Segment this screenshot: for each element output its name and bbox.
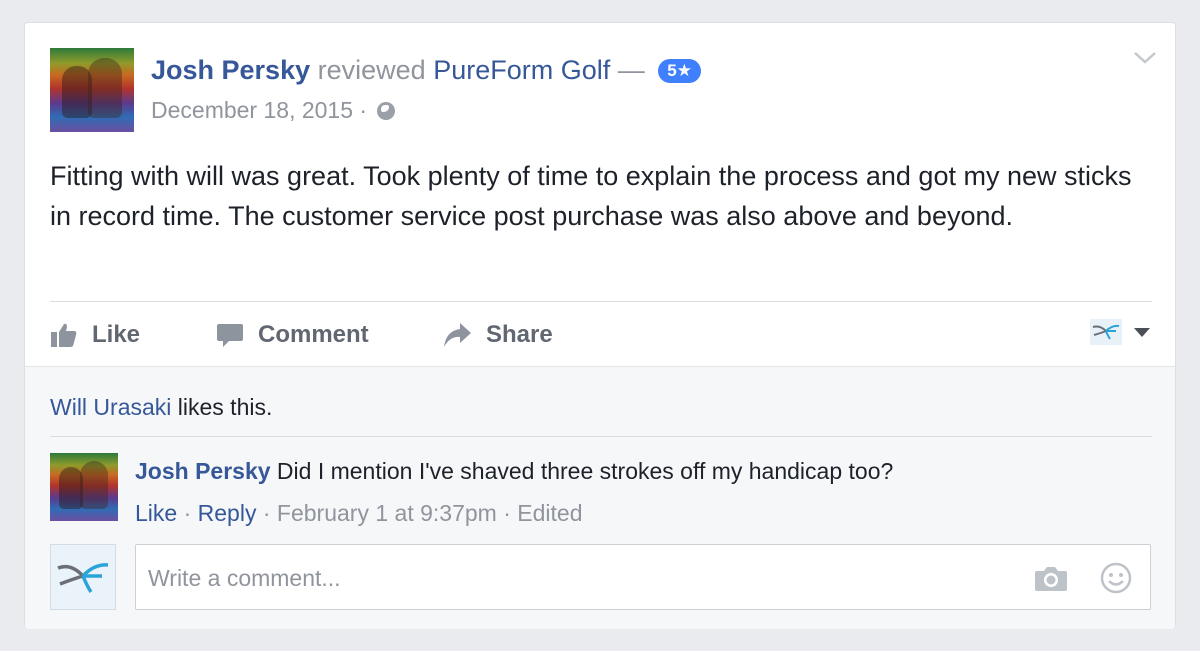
caret-down-icon [1134,327,1150,337]
comment-meta: Like · Reply · February 1 at 9:37pm · Ed… [135,500,583,527]
likes-suffix: likes this. [171,394,273,420]
pureform-logo-icon [1090,319,1122,345]
comment-like-link[interactable]: Like [135,500,177,526]
comment-label: Comment [258,321,369,348]
comment-reply-link[interactable]: Reply [198,500,257,526]
chevron-down-icon[interactable] [1133,51,1157,71]
meta-separator: · [359,97,368,123]
actions-divider [50,301,1152,302]
comment-text: Did I mention I've shaved three strokes … [276,458,894,484]
share-label: Share [486,321,553,348]
headline-dash: — [617,55,645,85]
review-verb: reviewed [317,55,426,85]
author-name-link[interactable]: Josh Persky [151,55,310,85]
rating-badge[interactable]: 5★ [658,59,701,83]
comment-meta-separator: · [503,500,511,526]
share-arrow-icon [444,323,471,347]
commenter-avatar[interactable] [50,453,118,521]
post-headline: Josh Persky reviewed PureForm Golf — 5★ [151,53,701,87]
likes-divider [50,436,1152,437]
comment-edited-link[interactable]: Edited [517,500,582,526]
write-comment-input[interactable] [146,559,1010,597]
avatar-figure [80,461,108,509]
camera-icon[interactable] [1034,564,1068,597]
author-avatar[interactable] [50,48,134,132]
speech-bubble-icon [217,324,243,347]
page-avatar[interactable] [50,544,116,610]
globe-icon[interactable] [377,102,396,120]
comment-author-link[interactable]: Josh Persky [135,458,271,484]
like-button[interactable]: Like [50,315,140,355]
post-meta: December 18, 2015 · [151,97,396,124]
thumbs-up-icon [51,323,77,347]
page-name-link[interactable]: PureForm Golf [433,55,610,85]
avatar-figure [88,58,122,118]
like-label: Like [92,321,141,348]
emoji-icon[interactable] [1100,562,1132,599]
liker-name-link[interactable]: Will Urasaki [50,394,171,420]
pureform-logo-icon [57,563,109,593]
comment-meta-separator: · [262,500,271,526]
review-post-card: Josh Persky reviewed PureForm Golf — 5★ … [24,22,1176,629]
comment-button[interactable]: Comment [216,315,369,355]
engagement-section: Will Urasaki likes this. Josh Persky Did… [25,366,1175,629]
likes-summary: Will Urasaki likes this. [50,394,272,421]
page-voice-selector[interactable] [1090,315,1150,349]
post-body: Fitting with will was great. Took plenty… [50,161,1132,231]
post-actions-bar: Like Comment Share [50,315,1150,355]
post-date-link[interactable]: December 18, 2015 [151,97,353,123]
share-button[interactable]: Share [442,315,553,355]
comment-text-line: Josh Persky Did I mention I've shaved th… [135,458,893,485]
comment-meta-separator: · [183,500,192,526]
comment-composer[interactable] [135,544,1151,610]
comment-timestamp-link[interactable]: February 1 at 9:37pm [277,500,497,526]
